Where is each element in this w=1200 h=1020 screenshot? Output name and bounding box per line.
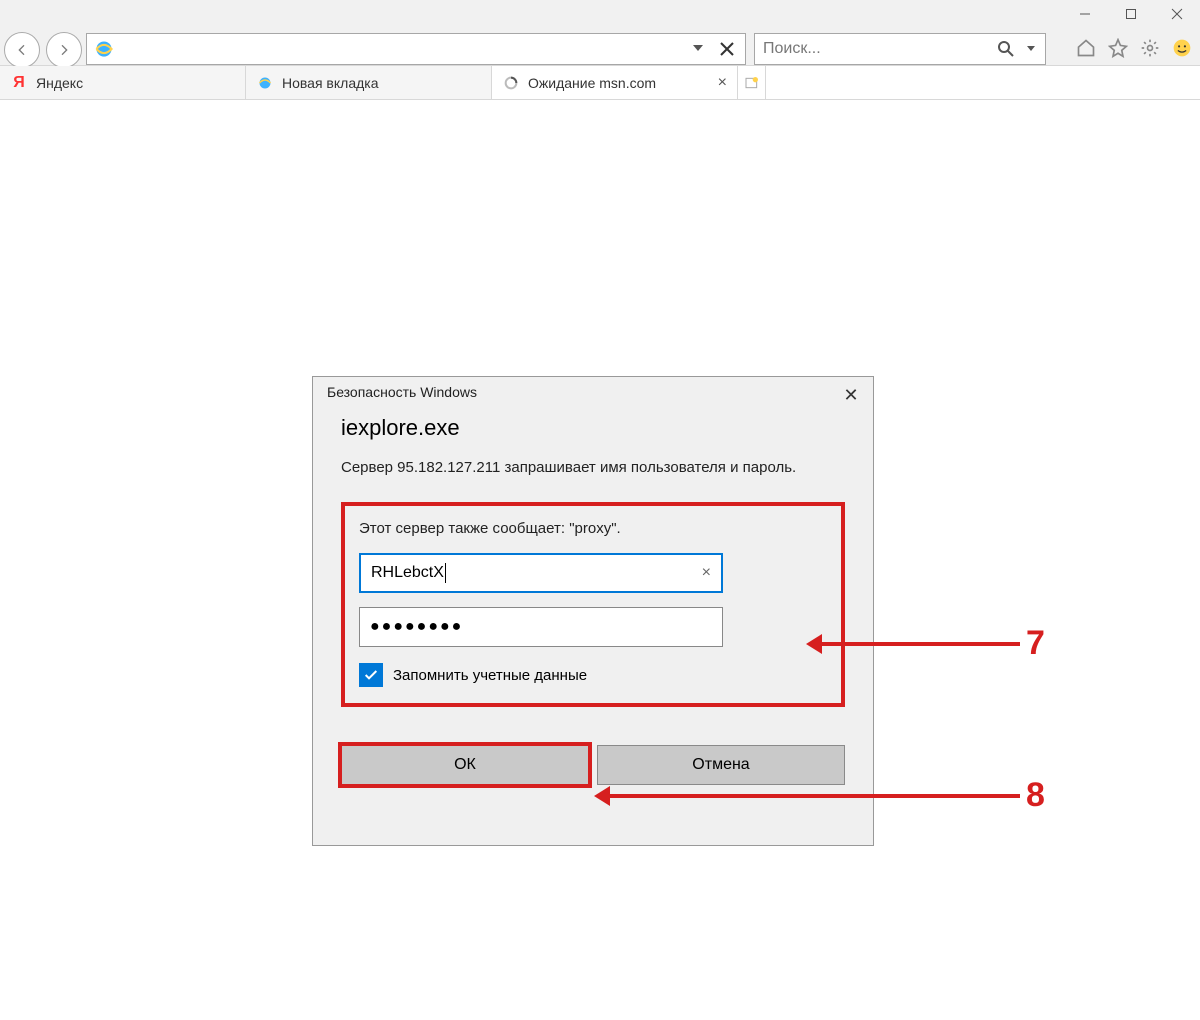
- cancel-label: Отмена: [692, 756, 749, 774]
- clear-input-icon[interactable]: ×: [702, 564, 711, 582]
- dialog-body-text: Сервер 95.182.127.211 запрашивает имя по…: [341, 457, 845, 478]
- ie-icon: [93, 38, 117, 62]
- ok-label: ОК: [454, 756, 476, 774]
- annotation-number-7: 7: [1026, 624, 1045, 663]
- annotation-number-8: 8: [1026, 776, 1045, 815]
- address-bar[interactable]: [86, 33, 746, 65]
- tab-label: Яндекс: [36, 75, 83, 91]
- address-dropdown-icon[interactable]: [689, 45, 707, 53]
- new-tab-button[interactable]: [738, 66, 766, 99]
- browser-right-icons: [1074, 36, 1194, 60]
- tab-label: Ожидание msn.com: [528, 75, 656, 91]
- dialog-close-button[interactable]: ✕: [839, 385, 863, 406]
- ie-favicon: [256, 74, 274, 92]
- remember-checkbox[interactable]: [359, 663, 383, 687]
- smiley-icon[interactable]: [1170, 36, 1194, 60]
- close-window-button[interactable]: [1154, 0, 1200, 28]
- home-icon[interactable]: [1074, 36, 1098, 60]
- tab-new[interactable]: Новая вкладка: [246, 66, 492, 99]
- search-bar[interactable]: Поиск...: [754, 33, 1046, 65]
- tab-label: Новая вкладка: [282, 75, 379, 91]
- maximize-button[interactable]: [1108, 0, 1154, 28]
- annotation-arrow-7: 7: [806, 624, 1045, 663]
- tab-msn-loading[interactable]: Ожидание msn.com ×: [492, 66, 738, 99]
- tab-yandex[interactable]: Я Яндекс: [0, 66, 246, 99]
- ok-button[interactable]: ОК: [341, 745, 589, 785]
- stop-icon[interactable]: [715, 42, 739, 56]
- search-icon[interactable]: [997, 40, 1015, 58]
- remember-label: Запомнить учетные данные: [393, 667, 587, 684]
- username-value: RHLebctX: [371, 564, 444, 582]
- tools-icon[interactable]: [1138, 36, 1162, 60]
- dialog-realm-text: Этот сервер также сообщает: "proxy".: [359, 518, 827, 539]
- annotation-box-7: Этот сервер также сообщает: "proxy". RHL…: [341, 502, 845, 707]
- browser-toolbar: Поиск...: [0, 0, 1200, 66]
- search-placeholder: Поиск...: [763, 40, 821, 58]
- minimize-button[interactable]: [1062, 0, 1108, 28]
- text-cursor: [445, 563, 446, 583]
- username-input[interactable]: RHLebctX ×: [359, 553, 723, 593]
- dialog-small-title: Безопасность Windows: [327, 384, 477, 400]
- tab-close-icon[interactable]: ×: [708, 74, 727, 92]
- forward-button[interactable]: [46, 32, 82, 68]
- back-button[interactable]: [4, 32, 40, 68]
- password-value: ●●●●●●●●: [370, 618, 463, 636]
- yandex-favicon: Я: [10, 74, 28, 92]
- loading-spinner-icon: [502, 74, 520, 92]
- page-content: Безопасность Windows ✕ iexplore.exe Серв…: [0, 100, 1200, 1020]
- window-controls: [1062, 0, 1200, 28]
- password-input[interactable]: ●●●●●●●●: [359, 607, 723, 647]
- tab-strip: Я Яндекс Новая вкладка Ожидание msn.com …: [0, 66, 1200, 100]
- search-dropdown-icon[interactable]: [1027, 46, 1035, 52]
- remember-credentials-row[interactable]: Запомнить учетные данные: [359, 663, 827, 687]
- favorites-icon[interactable]: [1106, 36, 1130, 60]
- dialog-main-title: iexplore.exe: [341, 415, 845, 441]
- annotation-arrow-8: 8: [594, 776, 1045, 815]
- nav-button-group: [4, 32, 82, 68]
